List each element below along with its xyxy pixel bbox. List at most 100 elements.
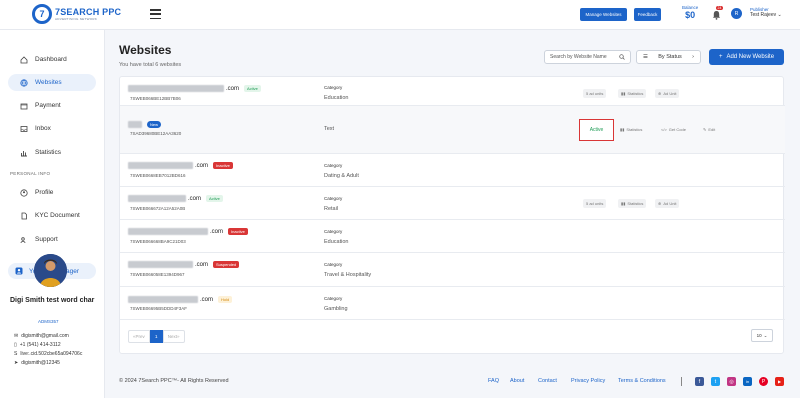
sidebar-item-kyc-document[interactable]: KYC Document [8, 207, 96, 224]
phone-text: +1 (541) 414-3112 [19, 342, 61, 348]
sidebar: Dashboard Websites Payment Inbox Statist… [0, 30, 105, 398]
active-status-button[interactable]: Active [579, 119, 614, 141]
ad-manager-email[interactable]: ✉ digismith@gmail.com [14, 333, 69, 339]
website-code: 7SWEB066BE12BB7B06 [130, 96, 181, 101]
avatar[interactable]: R [731, 8, 742, 19]
per-page-select[interactable]: 10 ⌄ [751, 329, 773, 342]
search-placeholder: Search by Website Name [550, 54, 607, 60]
get-code-button[interactable]: </> Get Code [661, 127, 686, 132]
balance-value: $0 [685, 10, 696, 20]
plus-circle-icon: ⊕ [658, 91, 662, 96]
footer-link-terms[interactable]: Terms & Conditions [618, 378, 666, 384]
website-code: 7SWEB066668BA9C21D03 [130, 239, 186, 244]
code-icon: </> [661, 127, 667, 132]
inbox-icon [20, 125, 28, 132]
domain-suffix: .com [195, 261, 209, 268]
hamburger-menu-icon[interactable] [150, 9, 161, 19]
statistics-button[interactable]: ▮▮ Statistics [620, 127, 642, 132]
status-filter-button[interactable]: ☰ By Status › [636, 50, 701, 64]
status-filter-label: By Status [658, 54, 682, 60]
ad-units-button[interactable]: 5 ad units [583, 89, 607, 98]
page-1-button[interactable]: 1 [149, 330, 163, 343]
search-icon[interactable] [619, 54, 625, 60]
sidebar-item-dashboard[interactable]: Dashboard [8, 51, 96, 68]
logo[interactable]: 7 7SEARCH PPC ADVERTISING NETWORK [32, 4, 121, 24]
redacted-domain [128, 228, 208, 235]
facebook-icon[interactable]: f [695, 377, 704, 386]
home-icon [20, 55, 28, 63]
website-name: .com Suspended [128, 261, 240, 268]
sidebar-item-profile[interactable]: Profile [8, 184, 96, 201]
logo-mark: 7 [32, 4, 52, 24]
sidebar-item-label: Websites [35, 79, 62, 86]
sidebar-item-websites[interactable]: Websites [8, 74, 96, 91]
sidebar-item-statistics[interactable]: Statistics [8, 144, 96, 161]
table-row[interactable]: .com Hold 7SWEB06695B5DDD4F3AF Category … [120, 287, 785, 320]
footer-link-about[interactable]: About [510, 378, 524, 384]
domain-suffix: .com [226, 85, 240, 92]
category-label: Category [324, 229, 343, 234]
website-name: New [128, 121, 162, 128]
linkedin-icon[interactable]: in [743, 377, 752, 386]
sidebar-item-label: Inbox [35, 125, 51, 132]
ad-manager-telegram[interactable]: ➤ digismith@12345 [14, 360, 60, 366]
website-name: .com Inactive [128, 228, 248, 235]
feedback-button[interactable]: Feedback [634, 8, 661, 21]
redacted-domain [128, 85, 224, 92]
pinterest-icon[interactable]: P [759, 377, 768, 386]
sidebar-item-inbox[interactable]: Inbox [8, 120, 96, 137]
footer-link-faq[interactable]: FAQ [488, 378, 499, 384]
redacted-domain [128, 261, 193, 268]
website-code: 7SWEB066058E1394D967 [130, 272, 185, 277]
category-value: Text [324, 126, 335, 132]
statistics-button[interactable]: ▮▮ Statistics [618, 89, 647, 98]
instagram-icon[interactable]: ◎ [727, 377, 736, 386]
ad-manager-phone[interactable]: ▯ +1 (541) 414-3112 [14, 342, 61, 348]
edit-button[interactable]: ✎ Edit [703, 127, 715, 132]
telegram-text: digismith@12345 [21, 360, 60, 366]
bell-icon[interactable] [712, 10, 721, 20]
user-circle-icon [20, 188, 28, 197]
top-bar: 7 7SEARCH PPC ADVERTISING NETWORK Manage… [0, 0, 800, 30]
bar-chart-icon [21, 150, 27, 156]
personal-info-heading: PERSONAL INFO [10, 171, 51, 176]
table-row[interactable]: .com Active 7SWEB066672A12A52A0B Categor… [120, 187, 785, 220]
ad-unit-add-button[interactable]: ⊕ Ad Unit [655, 199, 680, 208]
website-name: .com Active [128, 195, 223, 202]
category-value: Gambling [324, 306, 348, 312]
phone-icon: ▯ [14, 342, 17, 348]
ad-units-button[interactable]: 5 ad units [583, 199, 607, 208]
pagination: « Prev 1 Next » [128, 330, 185, 343]
table-row[interactable]: .com Inactive 7SWEB0668EB7012BD616 Categ… [120, 154, 785, 187]
prev-page-button[interactable]: « Prev [128, 330, 150, 343]
domain-suffix: .com [200, 296, 214, 303]
search-input[interactable]: Search by Website Name [544, 50, 631, 64]
category-value: Education [324, 239, 349, 245]
category-label: Category [324, 163, 343, 168]
footer-link-contact[interactable]: Contact [538, 378, 557, 384]
youtube-icon[interactable]: ▶ [775, 377, 784, 386]
table-row[interactable]: .com Inactive 7SWEB066668BA9C21D03 Categ… [120, 220, 785, 253]
twitter-icon[interactable]: t [711, 377, 720, 386]
category-label: Category [324, 85, 343, 90]
statistics-button[interactable]: ▮▮ Statistics [618, 199, 647, 208]
domain-suffix: .com [188, 195, 202, 202]
redacted-domain [128, 121, 142, 128]
edit-icon: ✎ [703, 127, 707, 132]
table-row[interactable]: .com Active 7SWEB066BE12BB7B06 Category … [120, 77, 785, 106]
sidebar-item-payment[interactable]: Payment [8, 97, 96, 114]
footer-link-privacy[interactable]: Privacy Policy [571, 378, 605, 384]
status-badge: Active [244, 85, 261, 92]
table-row[interactable]: New 7SAD39680BE12AA3620 Text Active ▮▮ St… [120, 106, 785, 154]
table-row[interactable]: .com Suspended 7SWEB066058E1394D967 Cate… [120, 253, 785, 287]
next-page-button[interactable]: Next » [162, 330, 185, 343]
add-button-label: Add New Website [726, 54, 775, 60]
manage-websites-button[interactable]: Manage Websites [580, 8, 627, 21]
user-menu[interactable]: Publisher Test Rajeev ⌄ [750, 7, 782, 18]
redacted-domain [128, 296, 198, 303]
ad-manager-skype[interactable]: Slive:.cid.502cbe65a094706c [14, 351, 82, 357]
sidebar-item-support[interactable]: Support [8, 231, 96, 248]
ad-unit-add-button[interactable]: ⊕ Ad Unit [655, 89, 680, 98]
add-new-website-button[interactable]: + Add New Website [709, 49, 784, 65]
status-badge: Inactive [213, 162, 233, 169]
